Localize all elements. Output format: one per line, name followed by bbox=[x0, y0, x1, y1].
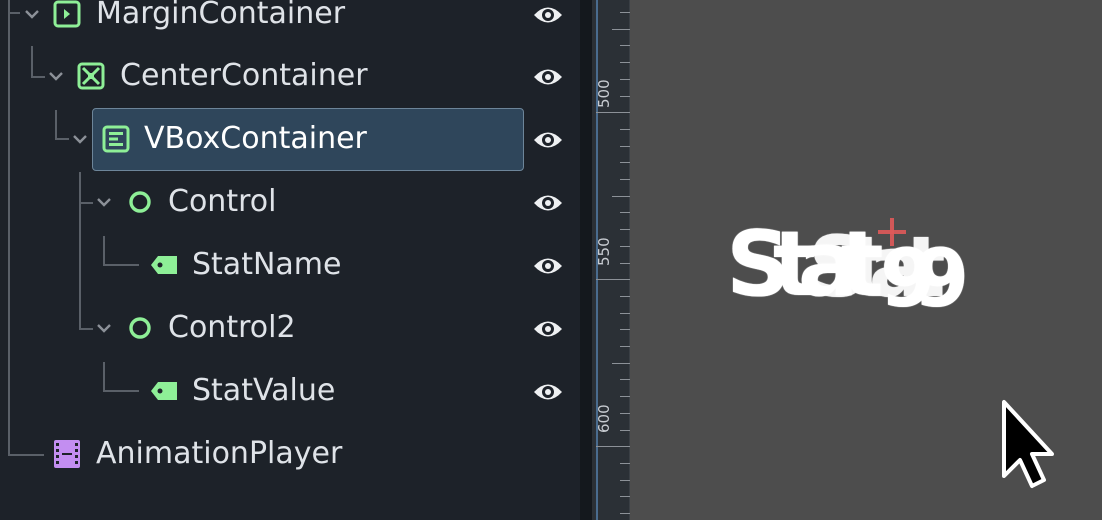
visibility-eye-icon[interactable] bbox=[532, 124, 564, 156]
ruler-tick bbox=[620, 413, 630, 414]
margin-container-icon bbox=[53, 0, 81, 28]
chevron-down-icon[interactable] bbox=[96, 320, 112, 336]
vertical-ruler: 500 550 600 bbox=[592, 0, 630, 520]
ruler-tick bbox=[620, 229, 630, 230]
chevron-down-icon[interactable] bbox=[72, 131, 88, 147]
visibility-eye-icon[interactable] bbox=[532, 250, 564, 282]
visibility-eye-icon[interactable] bbox=[532, 61, 564, 93]
panel-splitter[interactable] bbox=[580, 0, 592, 520]
ruler-tick bbox=[620, 129, 630, 130]
visibility-eye-icon[interactable] bbox=[532, 376, 564, 408]
tree-item-control2[interactable]: Control2 bbox=[0, 298, 570, 358]
node-label: StatName bbox=[192, 247, 342, 282]
ruler-tick bbox=[596, 279, 630, 280]
ruler-tick bbox=[620, 62, 630, 63]
ruler-tick bbox=[620, 513, 630, 514]
ruler-tick bbox=[612, 29, 630, 30]
node-label: VBoxContainer bbox=[144, 121, 367, 156]
label-icon bbox=[150, 251, 178, 279]
ruler-tick bbox=[612, 196, 630, 197]
ruler-tick bbox=[620, 296, 630, 297]
ruler-tick bbox=[620, 246, 630, 247]
ruler-tick bbox=[620, 12, 630, 13]
node-label: Control2 bbox=[168, 310, 296, 345]
ruler-tick bbox=[596, 446, 630, 447]
ruler-label: 550 bbox=[595, 237, 613, 266]
ruler-tick bbox=[620, 96, 630, 97]
tree-item-centercontainer[interactable]: CenterContainer bbox=[0, 46, 570, 106]
tree-item-vboxcontainer[interactable]: VBoxContainer bbox=[0, 109, 570, 169]
ruler-tick bbox=[620, 329, 630, 330]
ruler-tick bbox=[620, 179, 630, 180]
ruler-tick bbox=[620, 313, 630, 314]
vbox-container-icon bbox=[102, 125, 130, 153]
ruler-tick bbox=[620, 146, 630, 147]
tree-item-control[interactable]: Control bbox=[0, 172, 570, 232]
tree-item-animationplayer[interactable]: AnimationPlayer bbox=[0, 424, 570, 484]
ruler-tick bbox=[620, 496, 630, 497]
tree-item-statvalue[interactable]: StatValue bbox=[0, 361, 570, 421]
node-label: Control bbox=[168, 184, 277, 219]
center-container-icon bbox=[77, 62, 105, 90]
ruler-label: 500 bbox=[595, 79, 613, 108]
chevron-down-icon[interactable] bbox=[96, 194, 112, 210]
ruler-tick bbox=[620, 379, 630, 380]
label-icon bbox=[150, 377, 178, 405]
animation-player-icon bbox=[53, 440, 81, 468]
node-label: MarginContainer bbox=[96, 0, 346, 31]
ruler-tick bbox=[620, 463, 630, 464]
ruler-tick bbox=[612, 363, 630, 364]
ruler-tick bbox=[620, 212, 630, 213]
chevron-down-icon[interactable] bbox=[48, 68, 64, 84]
canvas-viewport[interactable]: Stat Stat 99 bbox=[630, 0, 1102, 520]
ruler-tick bbox=[620, 45, 630, 46]
visibility-eye-icon[interactable] bbox=[532, 187, 564, 219]
visibility-eye-icon[interactable] bbox=[532, 313, 564, 345]
control-icon bbox=[126, 314, 154, 342]
ruler-tick bbox=[620, 346, 630, 347]
node-label: StatValue bbox=[192, 373, 336, 408]
ruler-tick bbox=[620, 263, 630, 264]
mouse-pointer-icon bbox=[1002, 400, 1054, 488]
ruler-label: 600 bbox=[595, 404, 613, 433]
node-label: AnimationPlayer bbox=[96, 436, 343, 471]
ruler-tick bbox=[620, 430, 630, 431]
tree-item-statname[interactable]: StatName bbox=[0, 235, 570, 295]
ruler-tick bbox=[620, 79, 630, 80]
ruler-tick bbox=[596, 112, 630, 113]
visibility-eye-icon[interactable] bbox=[532, 0, 564, 31]
ruler-tick bbox=[620, 396, 630, 397]
ruler-tick bbox=[620, 162, 630, 163]
chevron-down-icon[interactable] bbox=[24, 6, 40, 22]
crosshair-icon bbox=[878, 218, 906, 246]
ruler-tick bbox=[620, 480, 630, 481]
node-label: CenterContainer bbox=[120, 58, 368, 93]
tree-item-margincontainer[interactable]: MarginContainer bbox=[0, 0, 570, 44]
scene-tree-panel: MarginContainer CenterContainer VBoxCont… bbox=[0, 0, 580, 520]
control-icon bbox=[126, 188, 154, 216]
